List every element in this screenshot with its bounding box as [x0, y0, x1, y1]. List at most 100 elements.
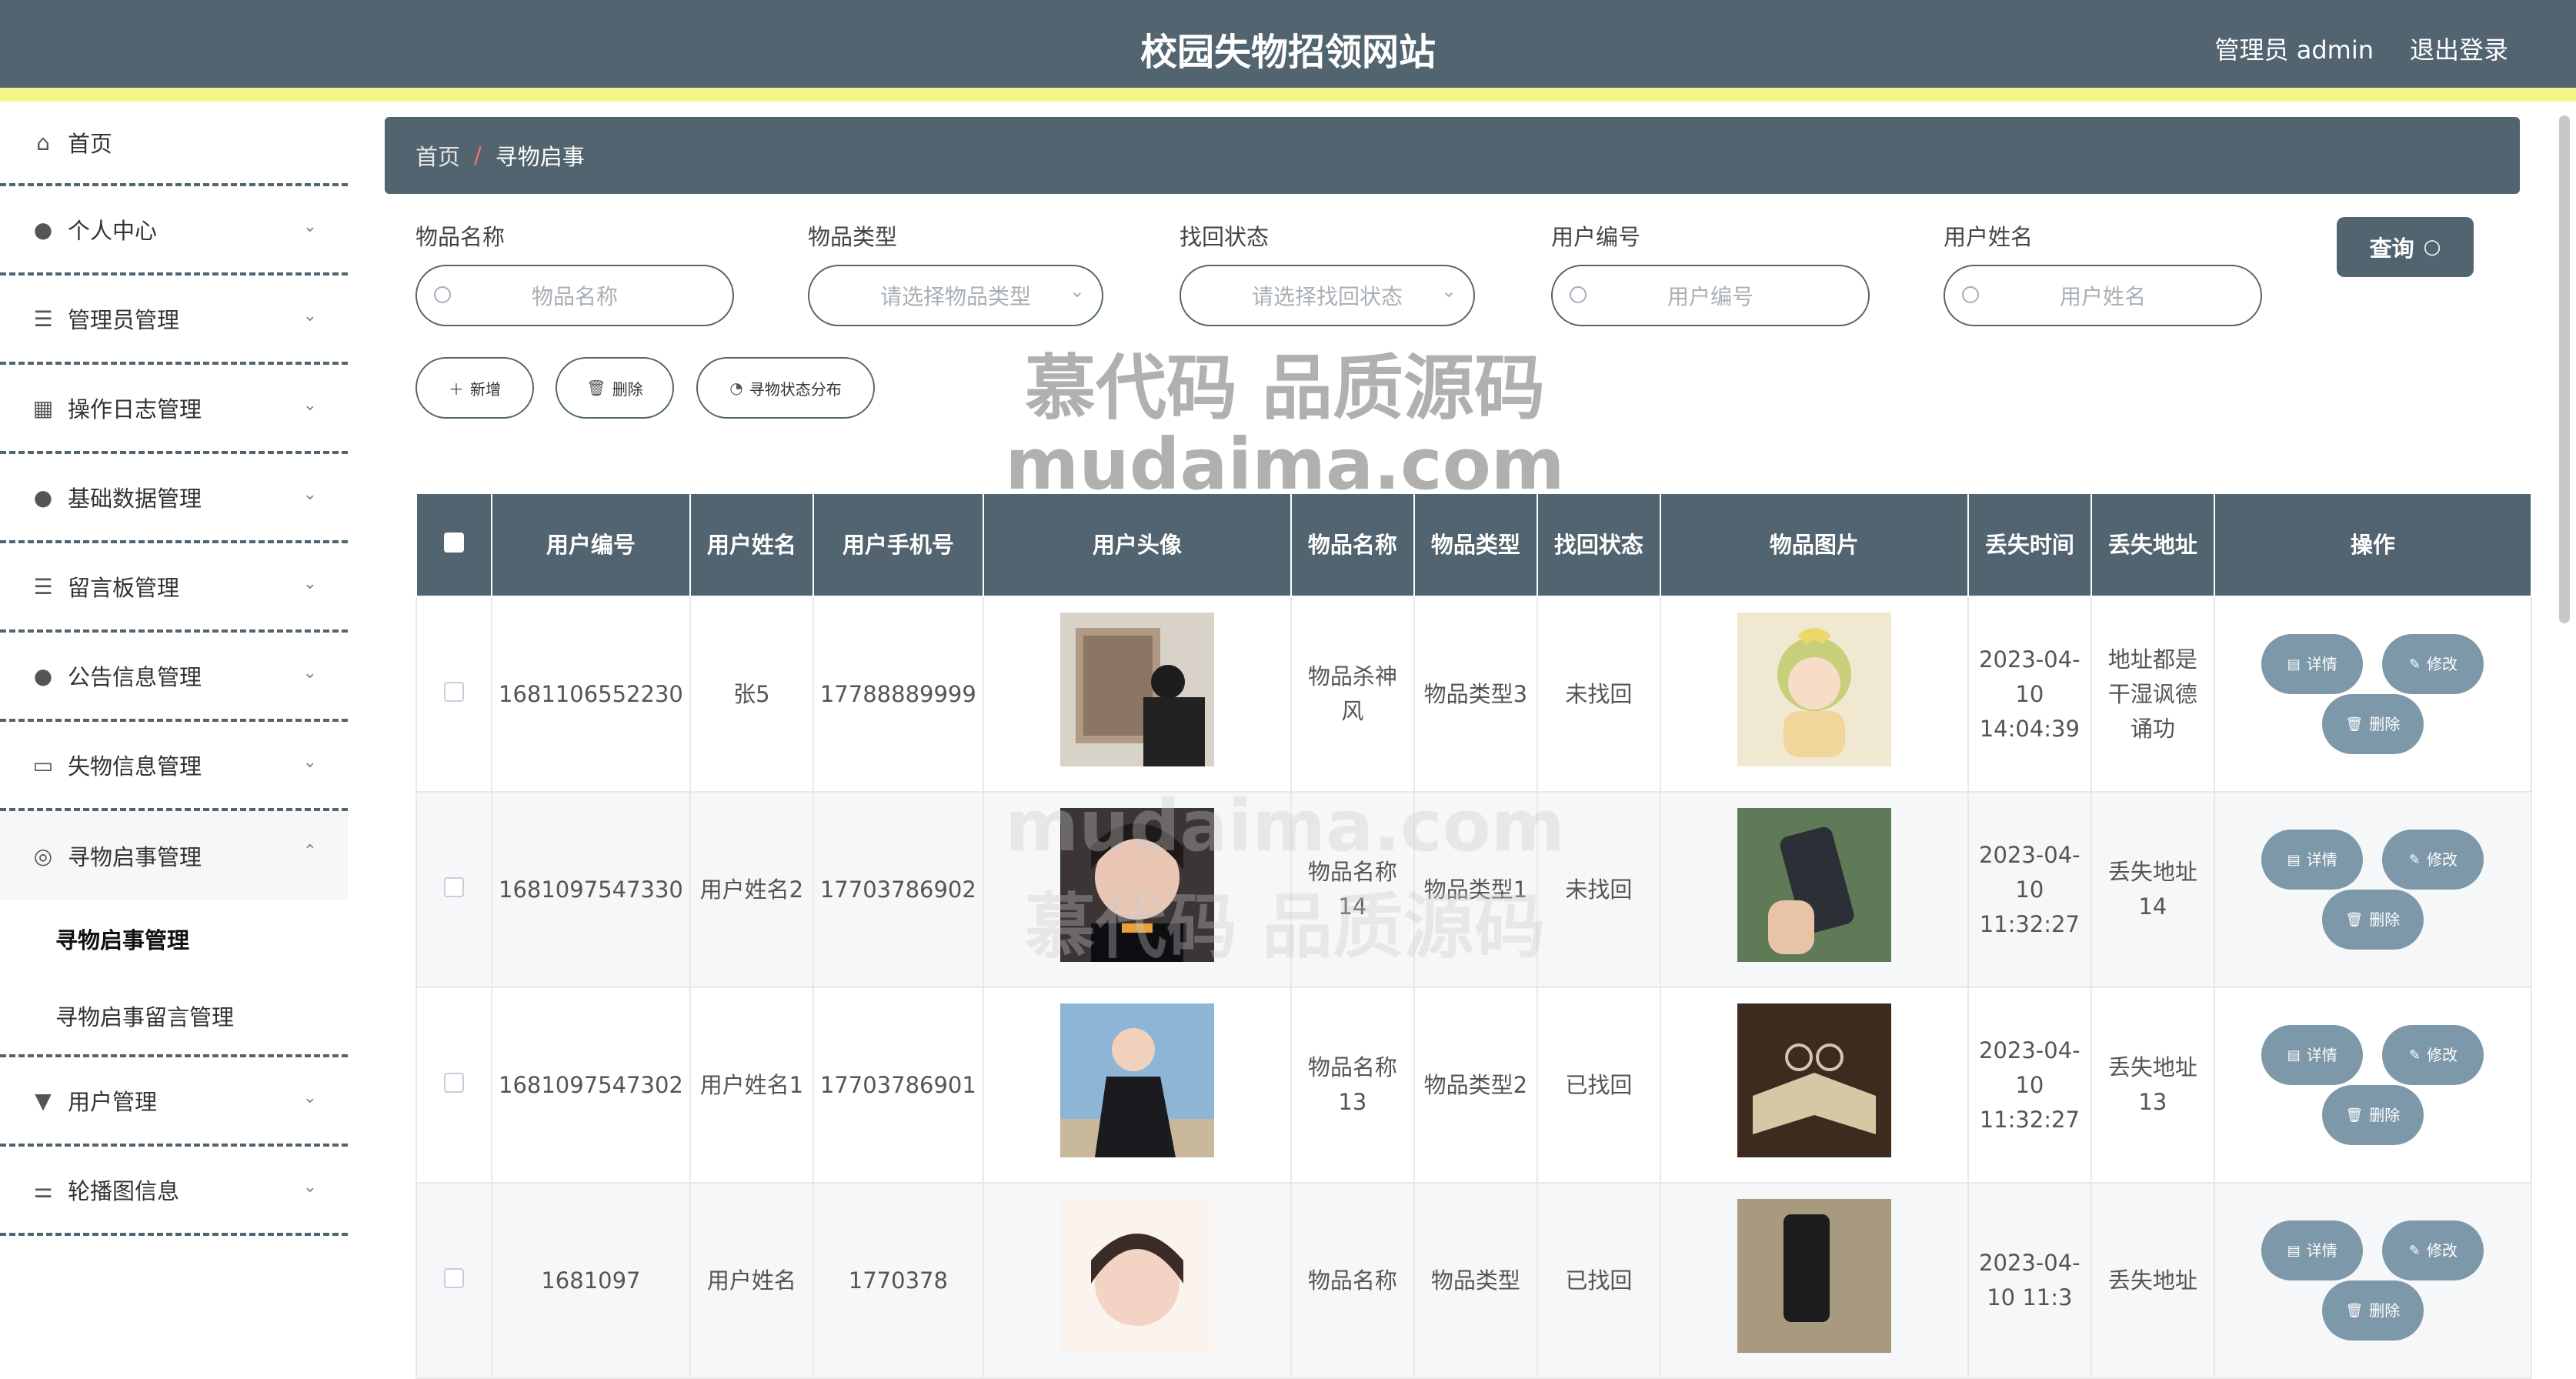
status-distribution-button[interactable]: ◔ 寻物状态分布: [696, 357, 875, 419]
cell-item-name: 物品名称14: [1290, 791, 1415, 988]
row-checkbox[interactable]: [444, 681, 464, 702]
cell-operations: ▤ 详情 ✎ 修改 🗑 删除: [2213, 1182, 2532, 1379]
submenu-searchnotice: 寻物启事管理 寻物启事留言管理: [0, 900, 348, 1057]
cell-user-id: 1681097547302: [491, 987, 691, 1184]
header-lost-address[interactable]: 丢失地址: [2090, 492, 2215, 597]
chevron-down-icon: ⌄: [302, 663, 317, 683]
sidebar-item-profile[interactable]: ● 个人中心 ⌄: [0, 186, 348, 275]
sidebar-item-home[interactable]: ⌂ 首页: [0, 102, 348, 186]
add-button[interactable]: ＋ 新增: [415, 357, 534, 419]
user-name-input[interactable]: 用户姓名: [1944, 265, 2262, 326]
breadcrumb-current: 寻物启事: [495, 144, 585, 170]
table-row: 1681106552230 张5 17788889999 物品杀神风 物品类型3…: [415, 596, 2532, 793]
search-icon: ○: [2423, 235, 2441, 259]
row-checkbox[interactable]: [444, 1267, 464, 1288]
query-label: 查询: [2369, 235, 2414, 262]
detail-button[interactable]: ▤ 详情: [2261, 1220, 2364, 1280]
item-image[interactable]: [1737, 807, 1891, 962]
search-notice-table: 用户编号 用户姓名 用户手机号 用户头像 物品名称 物品类型 找回状态 物品图片…: [415, 492, 2532, 1379]
detail-label: 详情: [2306, 850, 2337, 869]
sidebar-item-lostitems[interactable]: ▭ 失物信息管理 ⌄: [0, 722, 348, 811]
edit-button[interactable]: ✎ 修改: [2382, 1220, 2484, 1280]
cell-lost-time: 2023-04-10 14:04:39: [1967, 596, 2092, 793]
cell-user-avatar: [982, 596, 1292, 793]
delete-label: 删除: [2369, 1105, 2401, 1124]
breadcrumb-home[interactable]: 首页: [415, 139, 460, 172]
header-item-name[interactable]: 物品名称: [1290, 492, 1415, 597]
header-lost-time[interactable]: 丢失时间: [1967, 492, 2092, 597]
header-status[interactable]: 找回状态: [1536, 492, 1661, 597]
top-header: 校园失物招领网站 管理员 admin 退出登录: [0, 0, 2576, 102]
sidebar-item-label: 基础数据管理: [68, 486, 202, 512]
submenu-item-searchnotice-comments[interactable]: 寻物启事留言管理: [0, 977, 348, 1054]
user-avatar-image[interactable]: [1059, 1198, 1214, 1353]
row-checkbox[interactable]: [444, 876, 464, 897]
cell-user-name: 用户姓名1: [689, 987, 814, 1184]
item-image[interactable]: [1737, 1003, 1891, 1157]
sidebar-item-logs[interactable]: ▦ 操作日志管理 ⌄: [0, 365, 348, 454]
delete-button[interactable]: 🗑 删除: [2321, 1280, 2424, 1341]
vertical-scrollbar[interactable]: [2559, 115, 2570, 623]
user-icon: ●: [33, 663, 53, 689]
cell-user-avatar: [982, 1182, 1292, 1379]
submenu-item-searchnotice-manage[interactable]: 寻物启事管理: [0, 900, 348, 977]
sidebar-item-basedata[interactable]: ● 基础数据管理 ⌄: [0, 454, 348, 543]
card-icon: ▭: [32, 752, 54, 778]
row-checkbox[interactable]: [444, 1072, 464, 1093]
item-image[interactable]: [1737, 612, 1891, 766]
sidebar-item-messageboard[interactable]: ☰ 留言板管理 ⌄: [0, 543, 348, 633]
delete-button[interactable]: 🗑 删除: [2321, 890, 2424, 950]
sidebar-item-label: 轮播图信息: [68, 1178, 180, 1204]
item-image[interactable]: [1737, 1198, 1891, 1353]
chevron-down-icon: ⌄: [302, 1088, 317, 1107]
batch-delete-button[interactable]: 🗑 删除: [556, 357, 674, 419]
cell-item-name: 物品名称13: [1290, 987, 1415, 1184]
input-placeholder: 用户姓名: [2059, 284, 2146, 309]
detail-button[interactable]: ▤ 详情: [2261, 634, 2364, 694]
search-icon: [434, 286, 451, 303]
edit-button[interactable]: ✎ 修改: [2382, 830, 2484, 890]
sidebar-item-users[interactable]: ▼ 用户管理 ⌄: [0, 1057, 348, 1147]
chevron-down-icon: ⌄: [1440, 280, 1457, 302]
delete-button[interactable]: 🗑 删除: [2321, 1085, 2424, 1145]
list-icon: ☰: [33, 573, 53, 599]
cell-user-id: 1681097: [491, 1182, 691, 1379]
sidebar-item-carousel[interactable]: ⚌ 轮播图信息 ⌄: [0, 1147, 348, 1236]
sidebar-item-searchnotice[interactable]: ◎ 寻物启事管理 ⌃: [0, 811, 348, 900]
select-all-cell: [415, 492, 492, 597]
user-id-input[interactable]: 用户编号: [1551, 265, 1870, 326]
target-icon: ◎: [33, 843, 53, 869]
chevron-down-icon: ⌄: [302, 753, 317, 772]
header-user-name[interactable]: 用户姓名: [689, 492, 814, 597]
cell-user-name: 用户姓名: [689, 1182, 814, 1379]
header-user-avatar: 用户头像: [982, 492, 1292, 597]
admin-label: 管理员 admin: [2214, 35, 2374, 65]
detail-button[interactable]: ▤ 详情: [2261, 830, 2364, 890]
filter-item-type: 物品类型 请选择物品类型 ⌄: [808, 217, 1103, 326]
edit-button[interactable]: ✎ 修改: [2382, 1025, 2484, 1085]
detail-button[interactable]: ▤ 详情: [2261, 1025, 2364, 1085]
user-avatar-image[interactable]: [1059, 1003, 1214, 1157]
status-select[interactable]: 请选择找回状态 ⌄: [1180, 265, 1475, 326]
item-type-select[interactable]: 请选择物品类型 ⌄: [808, 265, 1103, 326]
cell-item-name: 物品杀神风: [1290, 596, 1415, 793]
cell-user-phone: 17703786902: [812, 791, 984, 988]
header-user-phone[interactable]: 用户手机号: [812, 492, 984, 597]
logout-link[interactable]: 退出登录: [2410, 31, 2508, 66]
header-item-image: 物品图片: [1659, 492, 1969, 597]
chevron-down-icon: ⌄: [302, 306, 317, 326]
cell-user-name: 用户姓名2: [689, 791, 814, 988]
delete-button[interactable]: 🗑 删除: [2321, 694, 2424, 754]
sidebar-item-admins[interactable]: ☰ 管理员管理 ⌄: [0, 275, 348, 365]
header-item-type[interactable]: 物品类型: [1413, 492, 1538, 597]
query-button[interactable]: 查询 ○: [2337, 217, 2474, 277]
edit-label: 修改: [2426, 850, 2458, 869]
header-user-id[interactable]: 用户编号: [491, 492, 691, 597]
select-all-checkbox[interactable]: [444, 533, 464, 553]
edit-button[interactable]: ✎ 修改: [2382, 634, 2484, 694]
add-label: 新增: [470, 379, 501, 399]
sidebar-item-notices[interactable]: ● 公告信息管理 ⌄: [0, 633, 348, 722]
user-avatar-image[interactable]: [1059, 807, 1214, 962]
item-name-input[interactable]: 物品名称: [415, 265, 734, 326]
user-avatar-image[interactable]: [1059, 612, 1214, 766]
